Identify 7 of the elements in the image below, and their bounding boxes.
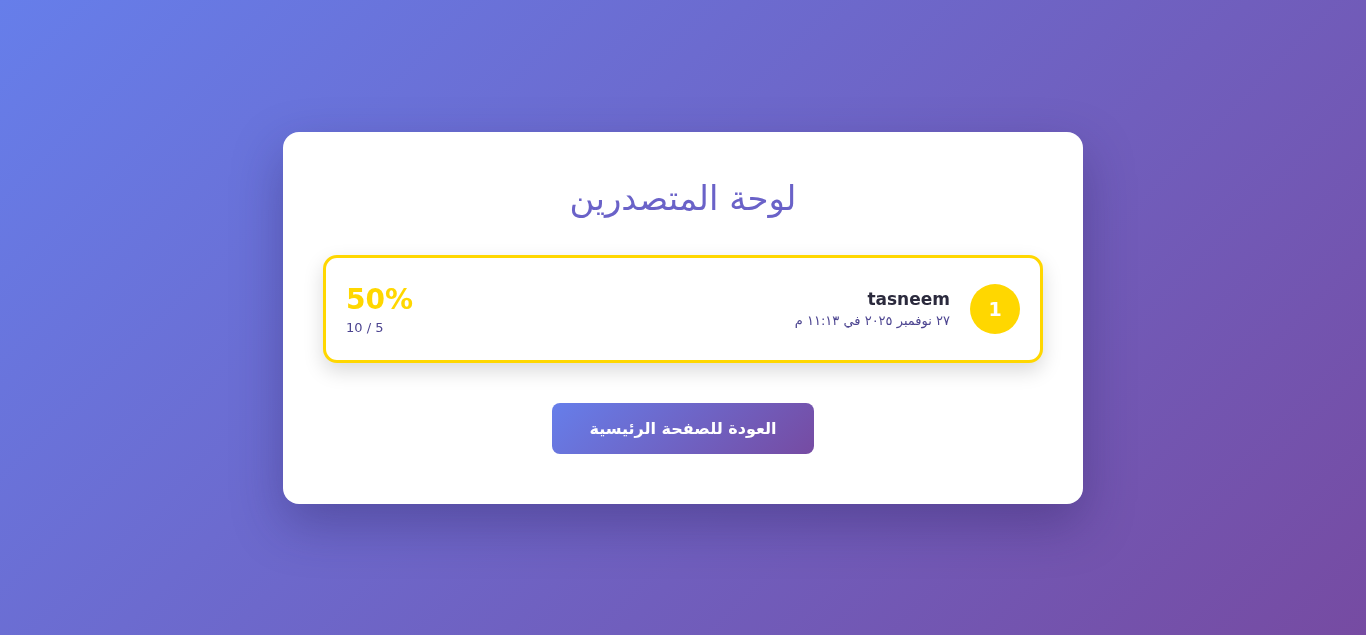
player-name: tasneem xyxy=(867,289,950,309)
score-points: 5 / 10 xyxy=(346,320,384,335)
back-home-button[interactable]: العودة للصفحة الرئيسية xyxy=(552,402,814,454)
entry-date: ٢٧ نوفمبر ٢٠٢٥ في ١١:١٣ م xyxy=(794,313,950,328)
score-percent: 50% xyxy=(346,282,414,318)
leaderboard-title: لوحة المتصدرين xyxy=(568,176,798,220)
rank-badge: 1 xyxy=(970,283,1020,334)
